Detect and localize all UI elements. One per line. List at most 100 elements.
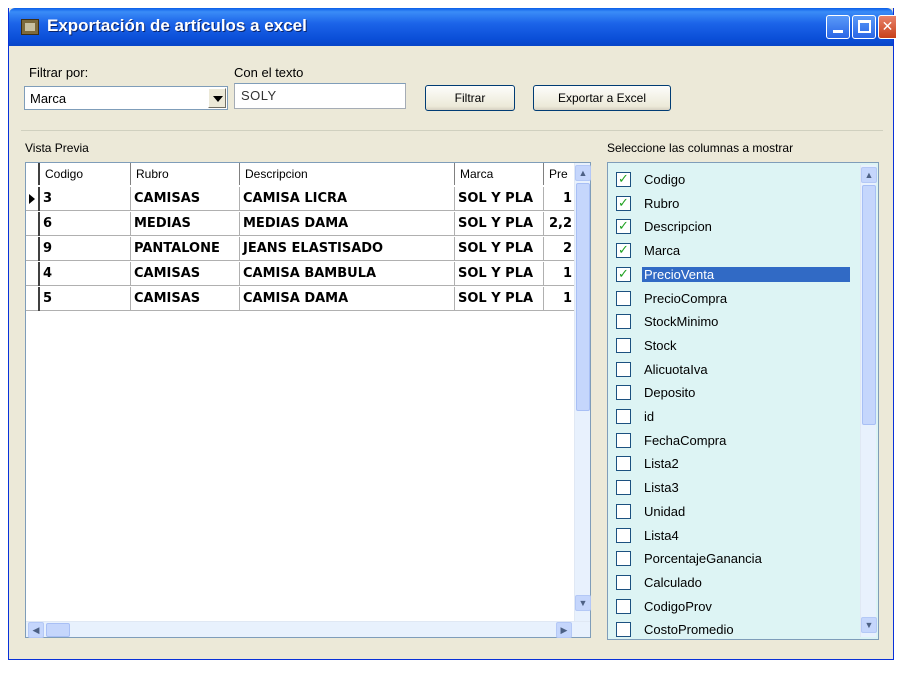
scroll-thumb[interactable] [46,623,70,637]
column-checkbox-item[interactable]: FechaCompra [612,430,852,454]
grid-vertical-scrollbar[interactable]: ▲ ▼ [574,163,591,621]
table-cell[interactable]: 2,2 [544,212,574,236]
column-checkbox-item[interactable]: Unidad [612,501,852,525]
grid-horizontal-scrollbar[interactable]: ◀ ▶ [26,621,590,638]
checkbox[interactable]: ✓ [616,218,631,235]
column-checkbox-item[interactable]: Deposito [612,382,852,406]
table-cell[interactable]: MEDIAS DAMA [240,212,455,236]
column-header-descripcion[interactable]: Descripcion [240,163,455,185]
table-row[interactable]: 9 PANTALONE JEANS ELASTISADO SOL Y PLA 2 [26,237,574,261]
scroll-up-button[interactable]: ▲ [861,167,877,183]
columns-checklist[interactable]: ✓ Codigo ✓ Rubro ✓ Descripcion ✓ Marca ✓ PrecioVe… [607,162,879,640]
column-checkbox-item[interactable]: StockMinimo [612,311,852,335]
checkbox[interactable] [616,385,631,401]
checkbox[interactable] [616,314,631,330]
column-checkbox-item[interactable]: CostoPromedio [612,619,852,643]
column-header-rubro[interactable]: Rubro [131,163,240,185]
checkbox[interactable] [616,337,631,353]
column-checkbox-item[interactable]: AlicuotaIva [612,359,852,383]
dropdown-button[interactable] [208,88,226,108]
checkbox[interactable] [616,598,631,614]
column-checkbox-item[interactable]: ✓ Descripcion [612,216,852,240]
export-excel-button[interactable]: Exportar a Excel [533,85,671,111]
column-checkbox-item[interactable]: ✓ Rubro [612,193,852,217]
checkbox[interactable] [616,361,631,377]
checkbox[interactable] [616,480,631,496]
scroll-thumb[interactable] [862,185,876,425]
scroll-thumb[interactable] [576,183,590,411]
table-row[interactable]: 4 CAMISAS CAMISA BAMBULA SOL Y PLA 1 [26,262,574,286]
table-cell[interactable]: 1 [544,187,574,211]
table-cell[interactable]: SOL Y PLA [455,262,544,286]
filter-field-select[interactable]: Marca [24,86,228,110]
column-checkbox-item[interactable]: ✓ PrecioVenta [612,264,852,288]
table-cell[interactable]: CAMISA DAMA [240,287,455,311]
table-cell[interactable]: 1 [544,287,574,311]
checkbox[interactable]: ✓ [616,266,631,282]
filter-button[interactable]: Filtrar [425,85,515,111]
column-checkbox-item[interactable]: ✓ Marca [612,240,852,264]
checkbox[interactable] [616,456,631,472]
table-cell[interactable]: CAMISA LICRA [240,187,455,211]
table-cell[interactable]: 5 [40,287,131,311]
close-button[interactable]: ✕ [878,15,896,39]
checkbox[interactable]: ✓ [616,195,631,211]
table-cell[interactable]: 6 [40,212,131,236]
preview-grid[interactable]: Codigo Rubro Descripcion Marca Pre 3 CAM… [25,162,591,638]
filter-text-input[interactable]: SOLY [234,83,406,109]
scroll-down-button[interactable]: ▼ [861,617,877,633]
table-cell[interactable]: 9 [40,237,131,261]
table-cell[interactable]: 2 [544,237,574,261]
checkbox-label: Calculado [644,574,702,590]
column-checkbox-item[interactable]: Lista3 [612,477,852,501]
table-cell[interactable]: CAMISAS [131,187,240,211]
checkbox[interactable] [616,574,631,590]
scroll-right-button[interactable]: ▶ [556,622,572,638]
checkbox[interactable] [616,409,631,424]
table-row[interactable]: 6 MEDIAS MEDIAS DAMA SOL Y PLA 2,2 [26,212,574,236]
checkbox[interactable] [616,290,631,306]
table-row[interactable]: 5 CAMISAS CAMISA DAMA SOL Y PLA 1 [26,287,574,311]
checkbox[interactable]: ✓ [616,171,631,187]
column-checkbox-item[interactable]: PrecioCompra [612,288,852,312]
table-cell[interactable]: JEANS ELASTISADO [240,237,455,261]
checkbox[interactable]: ✓ [616,242,631,259]
column-checkbox-item[interactable]: Lista4 [612,525,852,549]
table-cell[interactable]: PANTALONE [131,237,240,261]
column-checkbox-item[interactable]: Calculado [612,572,852,596]
minimize-button[interactable] [826,15,850,39]
column-checkbox-item[interactable]: PorcentajeGanancia [612,548,852,572]
table-cell[interactable]: CAMISA BAMBULA [240,262,455,286]
column-checkbox-item[interactable]: ✓ Codigo [612,169,852,193]
column-checkbox-item[interactable]: Lista2 [612,453,852,477]
checkbox[interactable] [616,503,631,519]
column-checkbox-item[interactable]: Stock [612,335,852,359]
table-cell[interactable]: MEDIAS [131,212,240,236]
table-cell[interactable]: SOL Y PLA [455,237,544,261]
scroll-left-button[interactable]: ◀ [28,622,44,638]
checkbox[interactable] [616,622,631,638]
table-cell[interactable]: 3 [40,187,131,211]
scroll-down-button[interactable]: ▼ [575,595,591,611]
maximize-button[interactable] [852,15,876,39]
checkbox[interactable] [616,432,631,448]
column-checkbox-item[interactable]: CodigoProv [612,596,852,620]
column-checkbox-item[interactable]: id [612,406,852,430]
checkbox[interactable] [616,551,631,567]
maximize-icon [858,20,871,33]
table-row[interactable]: 3 CAMISAS CAMISA LICRA SOL Y PLA 1 [26,187,574,211]
table-cell[interactable]: CAMISAS [131,262,240,286]
table-cell[interactable]: CAMISAS [131,287,240,311]
table-cell[interactable]: SOL Y PLA [455,187,544,211]
table-cell[interactable]: 4 [40,262,131,286]
column-header-codigo[interactable]: Codigo [40,163,131,185]
checkbox[interactable] [616,527,631,543]
title-bar[interactable]: Exportación de artículos a excel ✕ [9,8,896,46]
column-header-precio[interactable]: Pre [544,163,574,185]
table-cell[interactable]: SOL Y PLA [455,287,544,311]
scroll-up-button[interactable]: ▲ [575,165,591,181]
column-header-marca[interactable]: Marca [455,163,544,185]
table-cell[interactable]: 1 [544,262,574,286]
checklist-vertical-scrollbar[interactable]: ▲ ▼ [860,165,877,637]
table-cell[interactable]: SOL Y PLA [455,212,544,236]
